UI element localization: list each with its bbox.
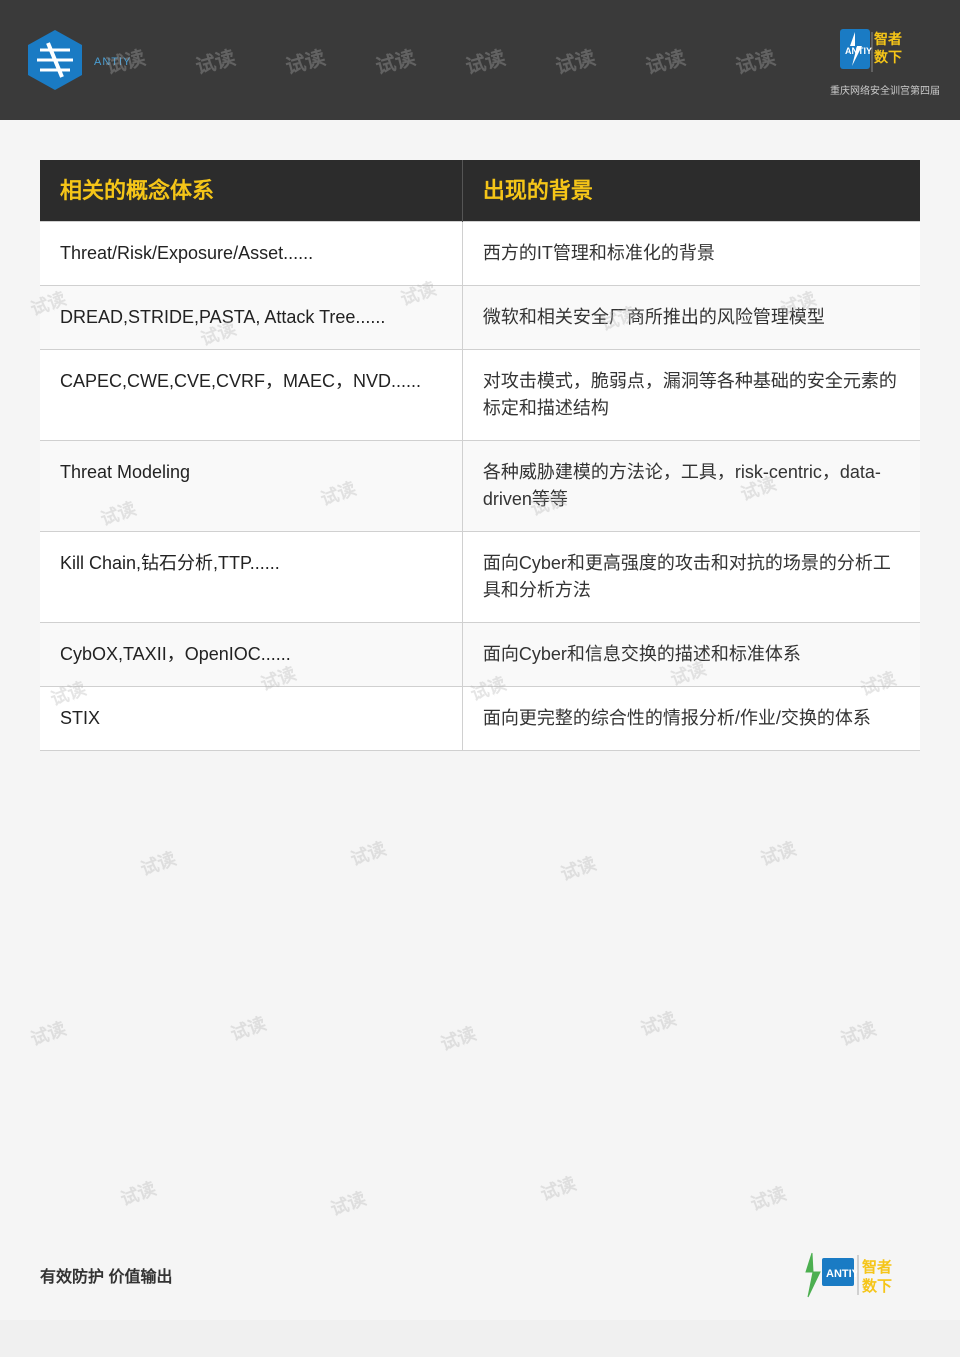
header-wm-8: 试读 xyxy=(732,41,778,79)
table-cell-right: 面向Cyber和信息交换的描述和标准体系 xyxy=(462,623,920,687)
body-watermark-15: 试读 xyxy=(347,835,390,872)
main-content: 试读试读试读试读试读试读试读试读试读试读试读试读试读试读试读试读试读试读试读试读… xyxy=(0,120,960,1320)
svg-text:智者: 智者 xyxy=(862,1258,892,1276)
body-watermark-18: 试读 xyxy=(27,1015,70,1052)
body-watermark-21: 试读 xyxy=(637,1005,680,1042)
right-sub-text: 重庆网络安全训宫第四届 xyxy=(830,82,940,97)
table-cell-left: STIX xyxy=(40,687,462,751)
header-wm-3: 试读 xyxy=(282,41,328,79)
main-table: 相关的概念体系 出现的背景 Threat/Risk/Exposure/Asset… xyxy=(40,160,920,751)
col1-header: 相关的概念体系 xyxy=(40,160,462,222)
header: ANTIY 试读 试读 试读 试读 试读 试读 试读 试读 ANTIY 智者 数… xyxy=(0,0,960,120)
body-watermark-24: 试读 xyxy=(327,1185,370,1222)
right-logo-area: ANTIY 智者 数下 重庆网络安全训宫第四届 xyxy=(830,24,940,97)
col2-header: 出现的背景 xyxy=(462,160,920,222)
footer: 有效防护 价值输出 ANTIY 智者 数下 xyxy=(40,1250,920,1300)
body-watermark-20: 试读 xyxy=(437,1020,480,1057)
footer-left-text: 有效防护 价值输出 xyxy=(40,1263,172,1287)
table-row: Threat Modeling各种威胁建模的方法论，工具，risk-centri… xyxy=(40,441,920,532)
table-cell-left: Kill Chain,钻石分析,TTP...... xyxy=(40,532,462,623)
table-cell-right: 面向Cyber和更高强度的攻击和对抗的场景的分析工具和分析方法 xyxy=(462,532,920,623)
svg-text:智者: 智者 xyxy=(873,31,902,47)
body-watermark-17: 试读 xyxy=(757,835,800,872)
header-wm-7: 试读 xyxy=(642,41,688,79)
body-watermark-22: 试读 xyxy=(837,1015,880,1052)
table-row: Kill Chain,钻石分析,TTP......面向Cyber和更高强度的攻击… xyxy=(40,532,920,623)
right-logo-img: ANTIY 智者 数下 xyxy=(840,24,930,79)
table-cell-left: Threat/Risk/Exposure/Asset...... xyxy=(40,222,462,286)
body-watermark-19: 试读 xyxy=(227,1010,270,1047)
header-wm-4: 试读 xyxy=(372,41,418,79)
svg-text:数下: 数下 xyxy=(874,49,902,65)
table-row: DREAD,STRIDE,PASTA, Attack Tree......微软和… xyxy=(40,286,920,350)
table-cell-right: 对攻击模式，脆弱点，漏洞等各种基础的安全元素的标定和描述结构 xyxy=(462,350,920,441)
body-watermark-26: 试读 xyxy=(747,1180,790,1217)
header-wm-2: 试读 xyxy=(192,41,238,79)
table-row: Threat/Risk/Exposure/Asset......西方的IT管理和… xyxy=(40,222,920,286)
table-row: STIX面向更完整的综合性的情报分析/作业/交换的体系 xyxy=(40,687,920,751)
svg-text:ANTIY: ANTIY xyxy=(826,1268,860,1280)
logo-area: ANTIY xyxy=(20,25,131,95)
logo-hexagon xyxy=(20,25,90,95)
body-watermark-25: 试读 xyxy=(537,1170,580,1207)
svg-text:数下: 数下 xyxy=(862,1277,892,1295)
footer-right-logo: ANTIY 智者 数下 xyxy=(800,1250,920,1300)
table-cell-left: Threat Modeling xyxy=(40,441,462,532)
header-wm-5: 试读 xyxy=(462,41,508,79)
body-watermark-23: 试读 xyxy=(117,1175,160,1212)
body-watermark-14: 试读 xyxy=(137,845,180,882)
table-cell-right: 微软和相关安全厂商所推出的风险管理模型 xyxy=(462,286,920,350)
table-row: CybOX,TAXII，OpenIOC......面向Cyber和信息交换的描述… xyxy=(40,623,920,687)
table-row: CAPEC,CWE,CVE,CVRF，MAEC，NVD......对攻击模式，脆… xyxy=(40,350,920,441)
body-watermark-16: 试读 xyxy=(557,850,600,887)
table-body: Threat/Risk/Exposure/Asset......西方的IT管理和… xyxy=(40,222,920,751)
header-watermarks: 试读 试读 试读 试读 试读 试读 试读 试读 xyxy=(80,0,800,120)
table-cell-left: DREAD,STRIDE,PASTA, Attack Tree...... xyxy=(40,286,462,350)
table-cell-left: CAPEC,CWE,CVE,CVRF，MAEC，NVD...... xyxy=(40,350,462,441)
table-cell-right: 面向更完整的综合性的情报分析/作业/交换的体系 xyxy=(462,687,920,751)
antiy-label: ANTIY xyxy=(94,56,131,68)
header-wm-6: 试读 xyxy=(552,41,598,79)
table-cell-right: 各种威胁建模的方法论，工具，risk-centric，data-driven等等 xyxy=(462,441,920,532)
table-header-row: 相关的概念体系 出现的背景 xyxy=(40,160,920,222)
table-cell-left: CybOX,TAXII，OpenIOC...... xyxy=(40,623,462,687)
table-cell-right: 西方的IT管理和标准化的背景 xyxy=(462,222,920,286)
